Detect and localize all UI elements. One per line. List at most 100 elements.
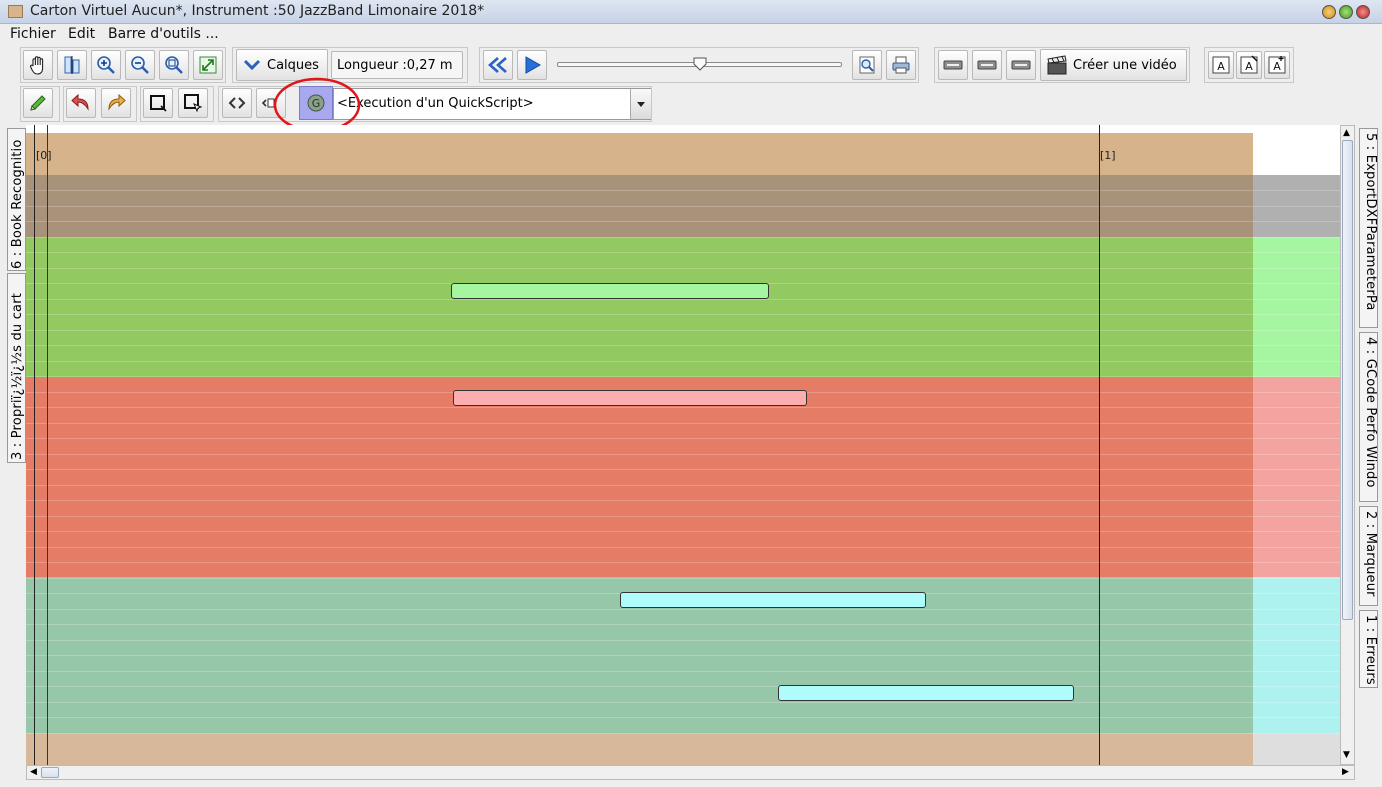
- track-line: [26, 330, 1340, 331]
- text-box-icon: A: [1212, 56, 1230, 74]
- track-line: [26, 671, 1340, 672]
- zoom-fit-button[interactable]: [159, 50, 189, 80]
- calques-label: Calques: [267, 57, 319, 73]
- left-tab-book-recognition-label: 6 : Book Recognitio: [10, 139, 25, 269]
- playback-slider-thumb[interactable]: [693, 57, 707, 71]
- move-tool-button[interactable]: [222, 88, 252, 118]
- right-tab-erreurs-label: 1 : Erreurs: [1363, 615, 1378, 685]
- menu-fichier[interactable]: Fichier: [10, 26, 56, 42]
- track-line: [26, 702, 1340, 703]
- note-red[interactable]: [453, 390, 807, 406]
- expand-arrows-icon: [199, 56, 217, 74]
- scroll-up-arrow[interactable]: ▲: [1343, 128, 1350, 138]
- scroll-left-arrow[interactable]: ◀: [30, 767, 37, 777]
- menu-barre-outils[interactable]: Barre d'outils ...: [108, 26, 219, 42]
- track-line: [26, 609, 1340, 610]
- note-green[interactable]: [451, 283, 769, 299]
- clapperboard-icon: [1047, 55, 1067, 75]
- zoom-out-icon: [131, 56, 149, 74]
- right-tab-marqueur[interactable]: 2 : Marqueur: [1359, 506, 1378, 606]
- close-button[interactable]: [1356, 5, 1370, 19]
- device-icon: [943, 60, 963, 70]
- track-line: [26, 717, 1340, 718]
- right-tab-gcode-perfo-label: 4 : GCode Perfo Windo: [1363, 337, 1378, 488]
- pencil-tool-button[interactable]: [23, 88, 53, 118]
- track-line: [26, 531, 1340, 532]
- fit-height-button[interactable]: [57, 50, 87, 80]
- left-tab-carton-properties[interactable]: 3 : Propriï¿½ï¿½s du cart: [7, 273, 26, 463]
- quickscript-select[interactable]: <Execution d'un QuickScript>: [333, 88, 651, 120]
- text-tool-1-button[interactable]: A: [1208, 51, 1234, 79]
- print-button[interactable]: [886, 50, 916, 80]
- track-line: [26, 361, 1340, 362]
- export-2-button[interactable]: [972, 50, 1002, 80]
- rect-select-button[interactable]: [143, 88, 173, 118]
- menu-edit[interactable]: Edit: [68, 26, 95, 42]
- svg-text:A: A: [1245, 60, 1253, 73]
- right-tab-export-dxf-label: 5 : ExportDXFParameterPa: [1363, 133, 1378, 311]
- printer-icon: [892, 56, 910, 74]
- track-line: [26, 624, 1340, 625]
- redo-icon: [108, 93, 126, 111]
- track-line: [26, 237, 1340, 238]
- export-3-button[interactable]: [1006, 50, 1036, 80]
- track-line: [26, 221, 1340, 222]
- svg-text:A: A: [1217, 60, 1225, 73]
- horizontal-scrollbar[interactable]: ◀ ▶: [26, 765, 1355, 780]
- redo-button[interactable]: [101, 88, 131, 118]
- chevron-down-icon: [243, 59, 261, 71]
- right-tab-erreurs[interactable]: 1 : Erreurs: [1359, 610, 1378, 688]
- svg-text:A: A: [1273, 60, 1281, 73]
- export-1-button[interactable]: [938, 50, 968, 80]
- note-cyan-2[interactable]: [778, 685, 1074, 701]
- rect-select-alt-button[interactable]: [178, 88, 208, 118]
- play-button[interactable]: [517, 50, 547, 80]
- note-cyan-1[interactable]: [620, 592, 926, 608]
- length-label: Longueur :0,27 m: [337, 57, 453, 73]
- vertical-scrollbar[interactable]: ▲ ▼: [1340, 125, 1355, 765]
- minimize-button[interactable]: [1322, 5, 1336, 19]
- create-video-label: Créer une vidéo: [1073, 57, 1177, 73]
- undo-button[interactable]: [66, 88, 96, 118]
- track-line: [26, 438, 1340, 439]
- zoom-out-button[interactable]: [125, 50, 155, 80]
- vertical-scroll-thumb[interactable]: [1342, 140, 1353, 620]
- text-edit-icon: A: [1240, 55, 1258, 74]
- scroll-down-arrow[interactable]: ▼: [1343, 750, 1350, 760]
- track-line: [26, 345, 1340, 346]
- text-tool-3-button[interactable]: A: [1264, 51, 1290, 79]
- track-line: [26, 516, 1340, 517]
- carton-canvas[interactable]: [0] [1]: [26, 125, 1340, 765]
- fit-height-icon: [64, 56, 80, 74]
- track-line: [26, 190, 1340, 191]
- zoom-in-button[interactable]: [91, 50, 121, 80]
- zoom-in-icon: [97, 56, 115, 74]
- track-line: [26, 314, 1340, 315]
- track-line: [26, 485, 1340, 486]
- playhead-line[interactable]: [47, 125, 48, 765]
- quickscript-selected-value: <Execution d'un QuickScript>: [337, 96, 534, 111]
- hand-icon: [29, 56, 44, 75]
- rewind-button[interactable]: [483, 50, 513, 80]
- print-preview-button[interactable]: [852, 50, 882, 80]
- track-lines: [26, 125, 1340, 765]
- horizontal-scroll-thumb[interactable]: [41, 767, 59, 778]
- create-video-button[interactable]: Créer une vidéo: [1040, 49, 1187, 81]
- text-tool-2-button[interactable]: A: [1236, 51, 1262, 79]
- track-line: [26, 206, 1340, 207]
- pan-tool-button[interactable]: [23, 50, 53, 80]
- track-line: [26, 423, 1340, 424]
- track-line: [26, 640, 1340, 641]
- right-tab-export-dxf[interactable]: 5 : ExportDXFParameterPa: [1359, 128, 1378, 328]
- scroll-right-arrow[interactable]: ▶: [1342, 767, 1349, 777]
- left-tab-book-recognition[interactable]: 6 : Book Recognitio: [7, 128, 26, 271]
- device-icon: [1011, 60, 1031, 70]
- title-bar: Carton Virtuel Aucun*, Instrument :50 Ja…: [0, 0, 1382, 24]
- maximize-button[interactable]: [1339, 5, 1353, 19]
- track-line: [26, 454, 1340, 455]
- expand-button[interactable]: [193, 50, 223, 80]
- track-line: [26, 733, 1340, 734]
- rectangle-select-icon: [150, 95, 167, 112]
- right-tab-gcode-perfo[interactable]: 4 : GCode Perfo Windo: [1359, 332, 1378, 502]
- quickscript-dropdown-button[interactable]: [630, 89, 651, 119]
